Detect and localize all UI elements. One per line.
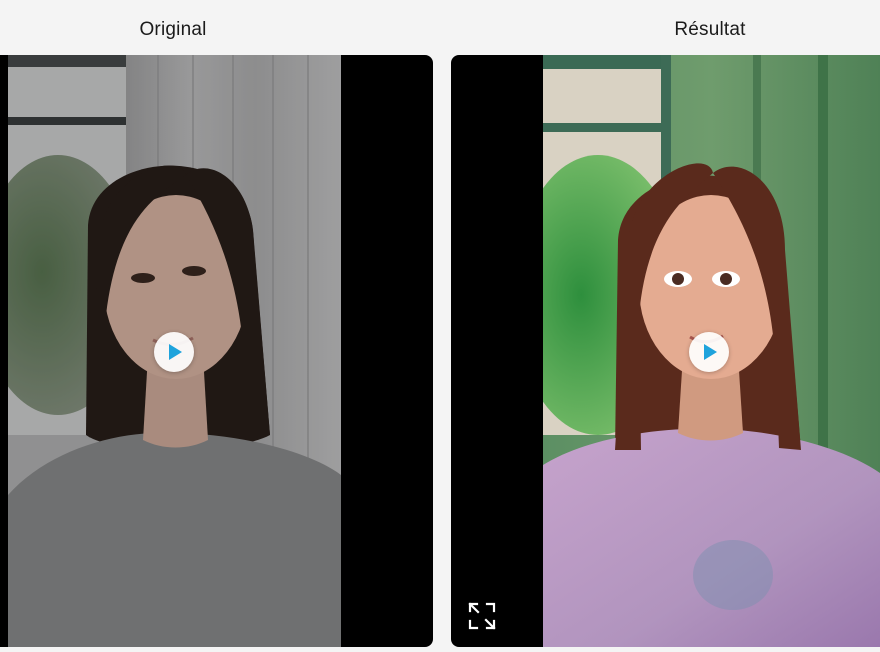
original-video-panel [0, 55, 433, 647]
result-video-panel [451, 55, 880, 647]
original-play-button[interactable] [154, 332, 194, 372]
expand-icon[interactable] [468, 602, 496, 630]
play-icon [704, 344, 717, 360]
result-play-button[interactable] [689, 332, 729, 372]
result-label: Résultat [674, 19, 746, 40]
original-label: Original [139, 19, 207, 40]
play-icon [169, 344, 182, 360]
